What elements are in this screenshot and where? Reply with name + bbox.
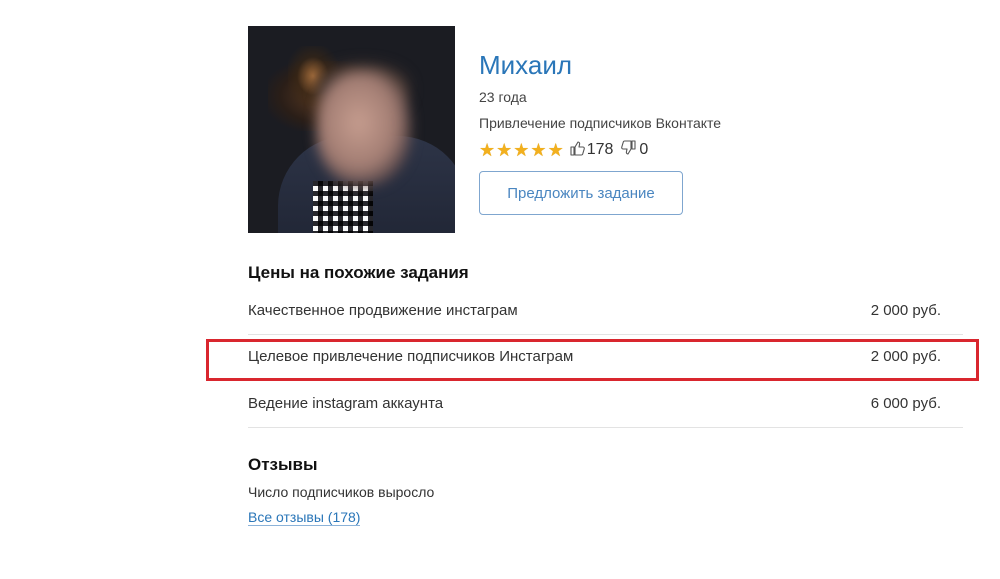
- price-row-task: Ведение instagram аккаунта: [248, 395, 444, 412]
- profile-name[interactable]: Михаил: [479, 50, 572, 80]
- offer-task-button[interactable]: Предложить задание: [479, 171, 683, 215]
- all-reviews-link[interactable]: Все отзывы (178): [248, 509, 361, 526]
- price-row[interactable]: Качественное продвижение инстаграм 2 000…: [248, 289, 963, 335]
- photo-face-blurred: [316, 71, 411, 186]
- profile-age: 23 года: [479, 89, 527, 105]
- prices-section-title: Цены на похожие задания: [248, 263, 469, 282]
- star-icon: ★: [513, 140, 530, 160]
- review-text: Число подписчиков выросло: [248, 484, 435, 500]
- rating-row: ★ ★ ★ ★ ★ 178 0: [479, 139, 652, 161]
- profile-page: Михаил 23 года Привлечение подписчиков В…: [0, 0, 1000, 579]
- profile-photo[interactable]: [248, 26, 455, 233]
- profile-specialty: Привлечение подписчиков Вконтакте: [479, 115, 722, 131]
- star-icon: ★: [479, 140, 496, 160]
- star-icon: ★: [547, 140, 564, 160]
- price-row-task: Качественное продвижение инстаграм: [248, 302, 518, 319]
- thumbs-up-icon: [569, 140, 585, 161]
- price-row-task: Целевое привлечение подписчиков Инстагра…: [248, 348, 574, 365]
- price-row[interactable]: Ведение instagram аккаунта 6 000 руб.: [248, 382, 963, 428]
- likes-count: 178: [586, 141, 614, 158]
- price-row[interactable]: Целевое привлечение подписчиков Инстагра…: [248, 335, 963, 381]
- thumbs-down-icon: [621, 139, 637, 161]
- price-row-price: 2 000 руб.: [870, 302, 941, 319]
- star-icon: ★: [530, 140, 547, 160]
- star-icon: ★: [496, 140, 513, 160]
- price-row-price: 6 000 руб.: [870, 395, 941, 412]
- price-row-price: 2 000 руб.: [870, 348, 941, 365]
- reviews-section-title: Отзывы: [248, 455, 318, 474]
- dislikes-count: 0: [639, 141, 649, 158]
- photo-shirt: [313, 181, 373, 233]
